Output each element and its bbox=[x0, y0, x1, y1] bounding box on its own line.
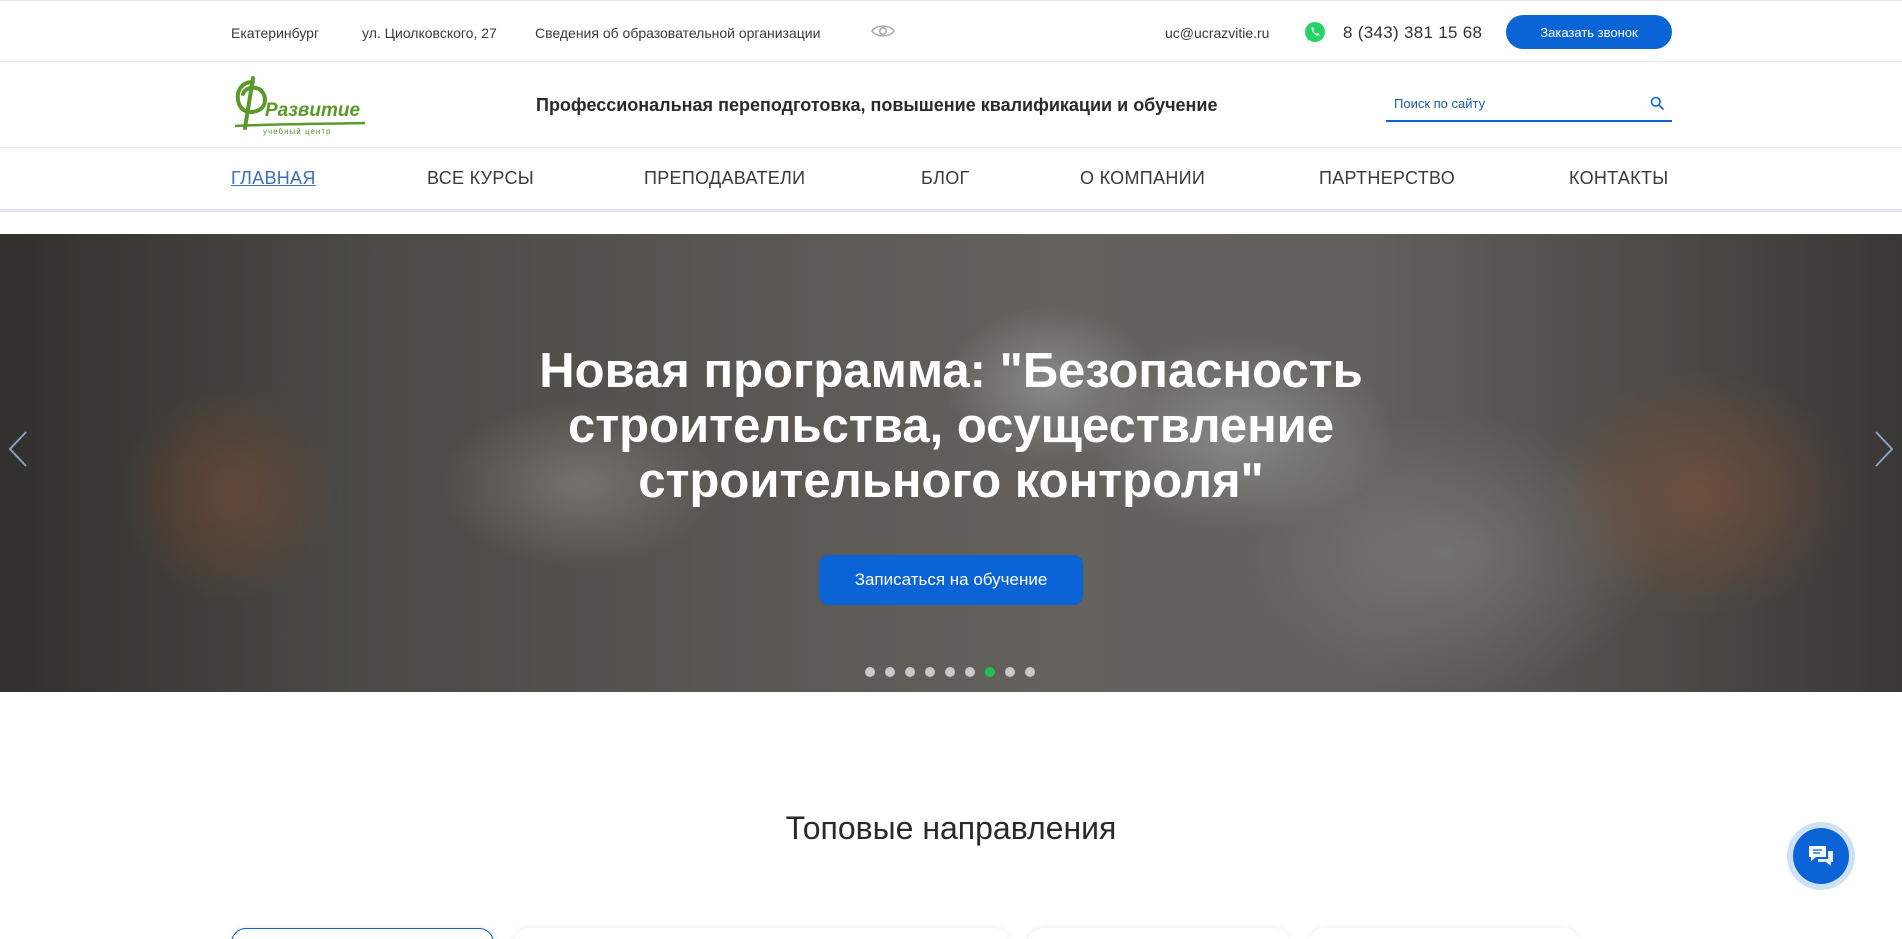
direction-card[interactable] bbox=[231, 928, 494, 939]
slider-dot[interactable] bbox=[985, 667, 995, 677]
nav-item-contacts[interactable]: КОНТАКТЫ bbox=[1569, 168, 1669, 189]
header: Развитие учебный центр Профессиональная … bbox=[0, 62, 1902, 148]
slider-dot[interactable] bbox=[905, 667, 915, 677]
phone-link[interactable]: 8 (343) 381 15 68 bbox=[1343, 23, 1482, 43]
search-input[interactable]: Поиск по сайту bbox=[1394, 96, 1485, 111]
slider-dot[interactable] bbox=[1025, 667, 1035, 677]
search-icon[interactable] bbox=[1650, 96, 1664, 110]
logo-text: Развитие bbox=[265, 100, 361, 121]
main-nav: ГЛАВНАЯ ВСЕ КУРСЫ ПРЕПОДАВАТЕЛИ БЛОГ О К… bbox=[0, 148, 1902, 212]
city-label[interactable]: Екатеринбург bbox=[231, 25, 319, 41]
search-field[interactable]: Поиск по сайту bbox=[1386, 82, 1672, 122]
direction-card[interactable] bbox=[1028, 928, 1289, 939]
slider-dot[interactable] bbox=[965, 667, 975, 677]
nav-item-blog[interactable]: БЛОГ bbox=[921, 168, 970, 189]
logo-subtitle: учебный центр bbox=[263, 127, 331, 136]
chat-button[interactable] bbox=[1793, 828, 1849, 884]
nav-item-home[interactable]: ГЛАВНАЯ bbox=[231, 168, 316, 189]
chevron-right-icon[interactable] bbox=[1872, 429, 1896, 469]
nav-item-about[interactable]: О КОМПАНИИ bbox=[1080, 168, 1205, 189]
eye-icon[interactable] bbox=[871, 23, 895, 39]
hero-slider: Новая программа: "Безопасность строитель… bbox=[0, 234, 1902, 692]
whatsapp-icon[interactable] bbox=[1304, 21, 1326, 43]
chevron-left-icon[interactable] bbox=[6, 429, 30, 469]
chat-widget[interactable] bbox=[1787, 822, 1855, 890]
slider-dot[interactable] bbox=[925, 667, 935, 677]
chat-icon bbox=[1809, 846, 1833, 866]
hero-title: Новая программа: "Безопасность строитель… bbox=[539, 344, 1363, 508]
top-bar: Екатеринбург ул. Циолковского, 27 Сведен… bbox=[0, 0, 1902, 62]
enroll-button[interactable]: Записаться на обучение bbox=[819, 555, 1083, 605]
email-link[interactable]: uc@ucrazvitie.ru bbox=[1165, 25, 1269, 41]
nav-item-courses[interactable]: ВСЕ КУРСЫ bbox=[427, 168, 534, 189]
slider-dot[interactable] bbox=[865, 667, 875, 677]
direction-card[interactable] bbox=[1309, 928, 1579, 939]
site-tagline: Профессиональная переподготовка, повышен… bbox=[536, 95, 1218, 115]
org-info-link[interactable]: Сведения об образовательной организации bbox=[535, 25, 820, 41]
slider-dot[interactable] bbox=[1005, 667, 1015, 677]
direction-card[interactable] bbox=[514, 928, 1008, 939]
slider-dot[interactable] bbox=[945, 667, 955, 677]
slider-dot[interactable] bbox=[885, 667, 895, 677]
address-label: ул. Циолковского, 27 bbox=[362, 25, 497, 41]
nav-item-teachers[interactable]: ПРЕПОДАВАТЕЛИ bbox=[644, 168, 805, 189]
site-logo[interactable]: Развитие учебный центр bbox=[231, 74, 367, 136]
section-title-top-directions: Топовые направления bbox=[785, 810, 1117, 846]
nav-item-partnership[interactable]: ПАРТНЕРСТВО bbox=[1319, 168, 1455, 189]
callback-button[interactable]: Заказать звонок bbox=[1506, 15, 1672, 49]
